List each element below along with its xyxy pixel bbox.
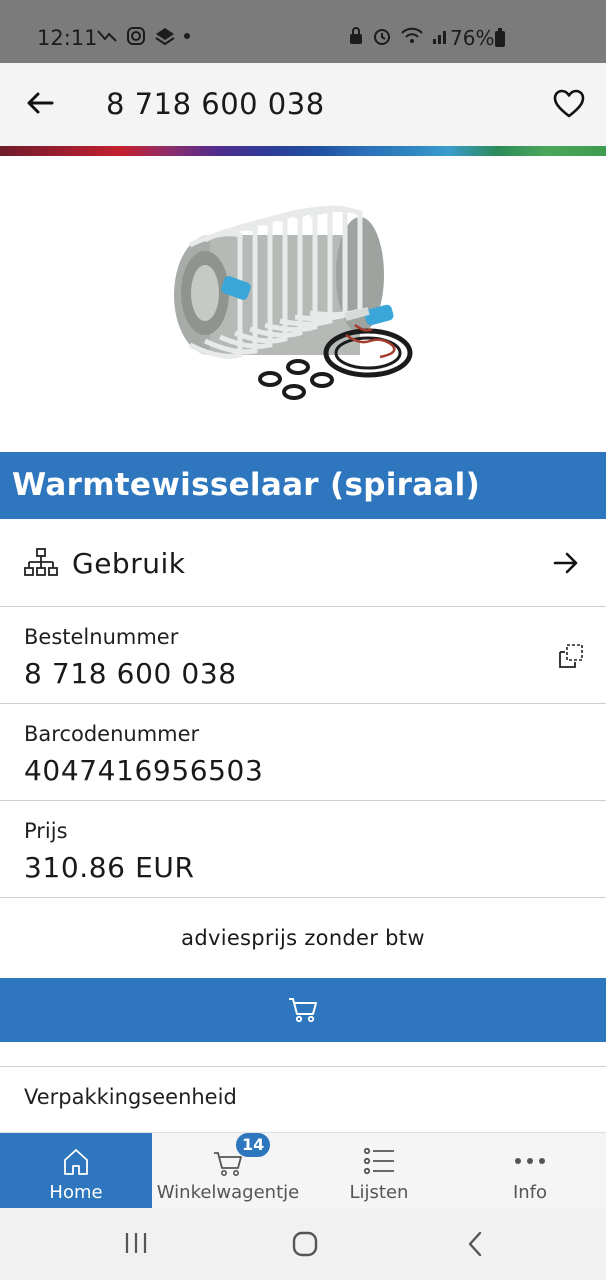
more-notifications-dot [184, 33, 190, 39]
nav-home[interactable]: Home [0, 1133, 152, 1209]
status-system-icons [348, 26, 450, 46]
brand-color-strip [0, 146, 606, 156]
barcode-value: 4047416956503 [24, 754, 264, 787]
status-time: 12:11 [37, 26, 98, 50]
signal-icon [433, 31, 446, 44]
product-title: Warmtewisselaar (spiraal) [12, 467, 481, 503]
nav-cart-label: Winkelwagentje [156, 1182, 300, 1203]
more-icon [515, 1158, 545, 1164]
system-back-icon[interactable] [464, 1230, 488, 1258]
recent-apps-icon[interactable] [123, 1230, 149, 1256]
battery-icon [495, 28, 505, 47]
nav-home-label: Home [49, 1182, 103, 1203]
app-notification-icon [155, 28, 175, 46]
page-title: 8 718 600 038 [106, 87, 325, 121]
price-note: adviesprijs zonder btw [181, 926, 425, 950]
price-value: 310.86 EUR [24, 851, 195, 884]
cart-count-badge: 14 [236, 1133, 271, 1157]
packaging-row: Verpakkingseenheid [0, 1066, 606, 1122]
cart-icon [289, 998, 317, 1023]
coil-body [174, 205, 394, 359]
system-navigation-bar [0, 1208, 606, 1280]
nav-info-label: Info [512, 1182, 548, 1203]
home-button-icon[interactable] [291, 1230, 319, 1258]
add-to-cart-button[interactable] [0, 978, 606, 1042]
price-label: Prijs [24, 819, 68, 843]
nav-lists-label: Lijsten [349, 1182, 409, 1203]
back-arrow-icon[interactable] [22, 85, 58, 121]
nav-lists[interactable]: Lijsten [303, 1133, 455, 1209]
barcode-label: Barcodenummer [24, 722, 200, 746]
status-bar: 12:11 76% [0, 0, 606, 63]
usage-row[interactable]: Gebruik [0, 519, 606, 607]
order-number-label: Bestelnummer [24, 625, 179, 649]
alarm-icon [374, 29, 390, 45]
home-icon [64, 1149, 88, 1175]
nav-info[interactable]: Info [454, 1133, 606, 1209]
usage-label: Gebruik [72, 547, 186, 580]
instagram-icon [127, 27, 145, 45]
product-title-bar: Warmtewisselaar (spiraal) [0, 452, 606, 519]
missed-call-icon [97, 30, 117, 42]
bottom-navigation: Home 14 Winkelwagentje Lijsten Info [0, 1132, 606, 1209]
list-icon [363, 1147, 394, 1175]
cart-icon [214, 1152, 242, 1176]
battery-level: 76% [450, 26, 495, 50]
order-number-row: Bestelnummer 8 718 600 038 [0, 607, 606, 704]
lock-icon [350, 27, 362, 44]
status-notification-icons [96, 26, 190, 46]
nav-cart[interactable]: 14 Winkelwagentje [152, 1133, 304, 1209]
order-number-value: 8 718 600 038 [24, 657, 237, 690]
heart-icon[interactable] [552, 87, 586, 121]
product-image [174, 205, 413, 400]
arrow-right-icon [553, 552, 578, 574]
price-note-row: adviesprijs zonder btw [0, 898, 606, 978]
hierarchy-icon [24, 548, 58, 576]
copy-icon[interactable] [558, 643, 584, 669]
barcode-row: Barcodenummer 4047416956503 [0, 704, 606, 801]
app-bar: 8 718 600 038 [0, 63, 606, 147]
wifi-icon [401, 27, 423, 43]
packaging-label: Verpakkingseenheid [24, 1085, 237, 1109]
price-row: Prijs 310.86 EUR [0, 801, 606, 898]
